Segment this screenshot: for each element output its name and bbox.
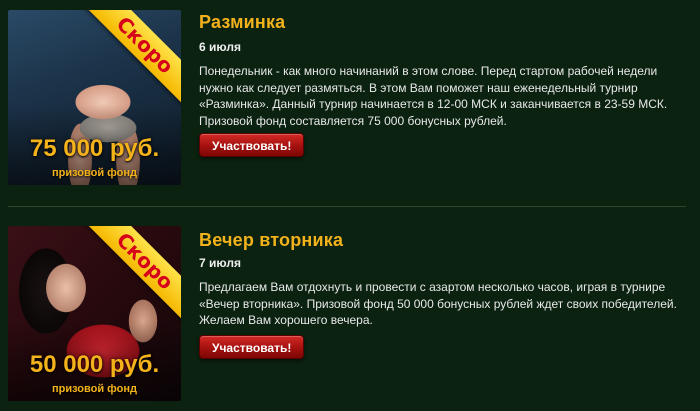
tournament-card: Скоро 75 000 руб. призовой фонд Разминка…: [0, 0, 700, 202]
tournament-description: Предлагаем Вам отдохнуть и провести с аз…: [199, 280, 677, 327]
divider: [8, 206, 686, 207]
tournament-image[interactable]: Скоро 50 000 руб. призовой фонд: [8, 226, 181, 401]
tournament-title[interactable]: Разминка: [199, 12, 285, 33]
tournament-date: 7 июля: [199, 256, 241, 270]
prize-amount: 75 000 руб.: [29, 135, 160, 162]
prize-amount: 50 000 руб.: [29, 351, 160, 378]
prize-label: призовой фонд: [51, 383, 138, 395]
tournament-description: Понедельник - как много начинаний в этом…: [199, 64, 668, 128]
prize-label: призовой фонд: [51, 167, 138, 179]
tournament-card: Скоро 50 000 руб. призовой фонд Вечер вт…: [0, 218, 700, 411]
participate-button[interactable]: Участвовать!: [199, 335, 305, 359]
tournament-image[interactable]: Скоро 75 000 руб. призовой фонд: [8, 10, 181, 185]
tournament-title[interactable]: Вечер вторника: [199, 230, 343, 251]
participate-button[interactable]: Участвовать!: [199, 133, 305, 157]
tournament-date: 6 июля: [199, 40, 241, 54]
soon-ribbon: Скоро: [84, 10, 181, 106]
soon-ribbon: Скоро: [84, 226, 181, 322]
